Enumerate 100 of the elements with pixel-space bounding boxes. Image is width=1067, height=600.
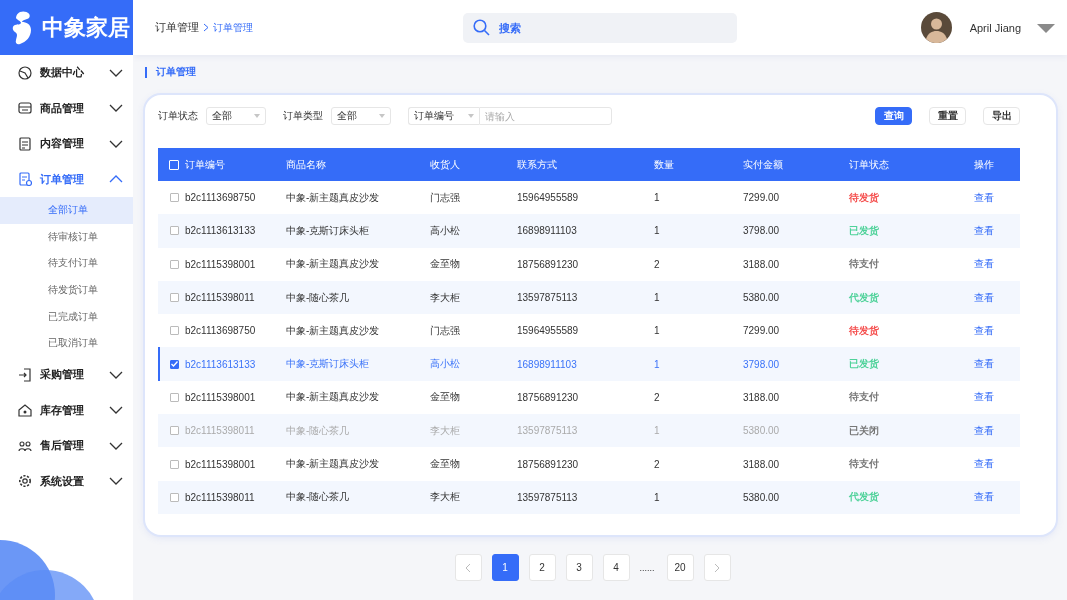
table-row[interactable]: b2c1113698750 中象-新主题真皮沙发 门志强 15964955589 1 7299.00 待发货 查看 bbox=[158, 314, 1020, 348]
table-row[interactable]: b2c1115398011 中象-随心茶几 李大柜 13597875113 1 5380.00 代发货 查看 bbox=[158, 280, 1020, 315]
breadcrumb-link[interactable]: 订单管理 bbox=[213, 20, 253, 35]
view-link[interactable]: 查看 bbox=[974, 223, 1022, 238]
export-button[interactable]: 导出 bbox=[983, 107, 1020, 125]
table-cell-text: 7299.00 bbox=[743, 192, 781, 204]
table-cell-text: 1 bbox=[654, 425, 661, 437]
checkbox[interactable] bbox=[169, 459, 179, 469]
status-label: 已关闭 bbox=[849, 423, 880, 438]
sidebar-subitem[interactable]: 已完成订单 bbox=[0, 303, 133, 331]
table-cell-text: 1 bbox=[654, 325, 661, 337]
checkbox[interactable] bbox=[169, 226, 179, 236]
table-cell-text: 1 bbox=[654, 358, 661, 370]
page-button[interactable]: 20 bbox=[666, 554, 694, 581]
view-link[interactable]: 查看 bbox=[974, 257, 1022, 272]
table-row[interactable]: b2c1113613133 中象-克斯订床头柜 高小松 16898911103 1 3798.00 已发货 查看 bbox=[158, 347, 1020, 381]
table-cell-text: 中象-新主题真皮沙发 bbox=[286, 390, 381, 405]
reset-button[interactable]: 重置 bbox=[929, 107, 966, 125]
page-title: 订单管理 bbox=[156, 65, 196, 79]
table-cell-text: 李大柜 bbox=[430, 423, 461, 438]
sidebar-subitem[interactable]: 待支付订单 bbox=[0, 250, 133, 278]
previous-page-button[interactable] bbox=[454, 554, 482, 581]
store-icon bbox=[18, 101, 32, 116]
table-cell-text: 16898911103 bbox=[517, 358, 578, 370]
avatar-icon bbox=[920, 12, 952, 43]
table-cell-text: 金至物 bbox=[430, 257, 461, 272]
sidebar-subitem[interactable]: 待审核订单 bbox=[0, 223, 133, 251]
table-row[interactable]: b2c1113613133 中象-克斯订床头柜 高小松 16898911103 1 3798.00 已发货 查看 bbox=[158, 214, 1020, 248]
status-label: 代发货 bbox=[849, 490, 880, 505]
column-header: 数量 bbox=[654, 157, 675, 172]
table-cell-text: 13597875113 bbox=[517, 292, 579, 304]
checkbox[interactable] bbox=[169, 326, 179, 336]
sidebar-item[interactable]: 数据中心 bbox=[0, 55, 133, 91]
table-cell-text: 中象-克斯订床头柜 bbox=[286, 223, 371, 238]
view-link[interactable]: 查看 bbox=[974, 190, 1022, 205]
table-cell-text: b2c1113613133 bbox=[185, 225, 257, 237]
view-link[interactable]: 查看 bbox=[974, 290, 1022, 305]
sidebar-item[interactable]: 系统设置 bbox=[0, 463, 133, 500]
sidebar-item[interactable]: 内容管理 bbox=[0, 126, 133, 162]
sidebar-subitem[interactable]: 待发货订单 bbox=[0, 277, 133, 304]
table-cell-text: 13597875113 bbox=[517, 491, 579, 503]
door-icon bbox=[18, 367, 32, 382]
checkbox[interactable] bbox=[169, 392, 179, 402]
document-icon bbox=[18, 136, 32, 151]
table-cell-text: b2c1115398001 bbox=[185, 391, 257, 403]
page-button[interactable]: 2 bbox=[528, 554, 556, 581]
column-header: 订单编号 bbox=[185, 157, 226, 172]
table-cell-text: 门志强 bbox=[430, 323, 461, 338]
breadcrumb-link[interactable]: 订单管理 bbox=[155, 20, 199, 35]
page-button[interactable]: 3 bbox=[565, 554, 593, 581]
table-row[interactable]: b2c1113698750 中象-新主题真皮沙发 门志强 15964955589 1 7299.00 待发货 查看 bbox=[158, 181, 1020, 215]
table-cell-text: 3188.00 bbox=[743, 391, 781, 403]
page-button[interactable]: 4 bbox=[602, 554, 630, 581]
query-button[interactable]: 查询 bbox=[875, 107, 912, 125]
sidebar-subitem[interactable]: 全部订单 bbox=[0, 197, 133, 224]
sidebar-item[interactable]: 商品管理 bbox=[0, 90, 133, 126]
search-field[interactable]: 搜索 bbox=[463, 12, 737, 43]
filter-label: 订单状态 bbox=[158, 109, 198, 123]
table-row[interactable]: b2c1115398001 中象-新主题真皮沙发 金至物 18756891230 2 3188.00 待支付 查看 bbox=[158, 247, 1020, 281]
caret-icon[interactable] bbox=[1037, 22, 1055, 33]
dropdown[interactable]: 订单编号 bbox=[408, 107, 479, 125]
column-header: 收货人 bbox=[430, 157, 461, 172]
view-link[interactable]: 查看 bbox=[974, 323, 1022, 338]
sidebar-item[interactable]: 采购管理 bbox=[0, 357, 133, 393]
table-cell-text: 李大柜 bbox=[430, 290, 461, 305]
table-cell-text: 中象-新主题真皮沙发 bbox=[286, 257, 381, 272]
checkbox[interactable] bbox=[169, 359, 179, 369]
table-cell-text: 1 bbox=[654, 491, 661, 503]
status-label: 已发货 bbox=[849, 223, 880, 238]
view-link[interactable]: 查看 bbox=[974, 457, 1022, 471]
view-link[interactable]: 查看 bbox=[974, 490, 1022, 505]
chart-icon bbox=[18, 65, 32, 80]
checkbox[interactable] bbox=[169, 193, 179, 203]
view-link[interactable]: 查看 bbox=[974, 357, 1022, 372]
sidebar-subitem[interactable]: 已取消订单 bbox=[0, 330, 133, 358]
table-row[interactable]: b2c1115398001 中象-新主题真皮沙发 金至物 18756891230 2 3188.00 待支付 查看 bbox=[158, 380, 1020, 415]
checkbox[interactable] bbox=[169, 293, 179, 303]
sidebar-item[interactable]: 售后管理 bbox=[0, 428, 133, 464]
table-cell-text: 5380.00 bbox=[743, 292, 781, 304]
sidebar-item[interactable]: 订单管理 bbox=[0, 161, 133, 197]
dropdown[interactable]: 全部 bbox=[331, 107, 391, 125]
table-cell-text: 18756891230 bbox=[517, 258, 580, 270]
view-link[interactable]: 查看 bbox=[974, 390, 1022, 405]
page-button[interactable]: 1 bbox=[491, 554, 519, 581]
column-header: 实付金额 bbox=[743, 157, 784, 172]
table-row[interactable]: b2c1115398011 中象-随心茶几 李大柜 13597875113 1 5380.00 代发货 查看 bbox=[158, 480, 1020, 514]
table-cell-text: 13597875113 bbox=[517, 425, 579, 437]
table-cell-text: b2c1115398001 bbox=[185, 458, 257, 470]
input-field[interactable]: 请输入 bbox=[479, 107, 612, 125]
next-page-button[interactable] bbox=[703, 554, 731, 581]
table-row[interactable]: b2c1115398001 中象-新主题真皮沙发 金至物 18756891230 2 3188.00 待支付 查看 bbox=[158, 447, 1020, 481]
checkbox[interactable] bbox=[169, 492, 179, 502]
chevron-left-icon bbox=[465, 562, 471, 573]
table-cell-text: 高小松 bbox=[430, 357, 461, 372]
table-cell-text: 3798.00 bbox=[743, 225, 781, 237]
table-cell-text: 中象-新主题真皮沙发 bbox=[286, 190, 381, 205]
checkbox[interactable] bbox=[169, 259, 179, 269]
sidebar-item[interactable]: 库存管理 bbox=[0, 392, 133, 429]
table-cell-text: 中象-随心茶几 bbox=[286, 490, 351, 505]
dropdown[interactable]: 全部 bbox=[206, 107, 266, 125]
